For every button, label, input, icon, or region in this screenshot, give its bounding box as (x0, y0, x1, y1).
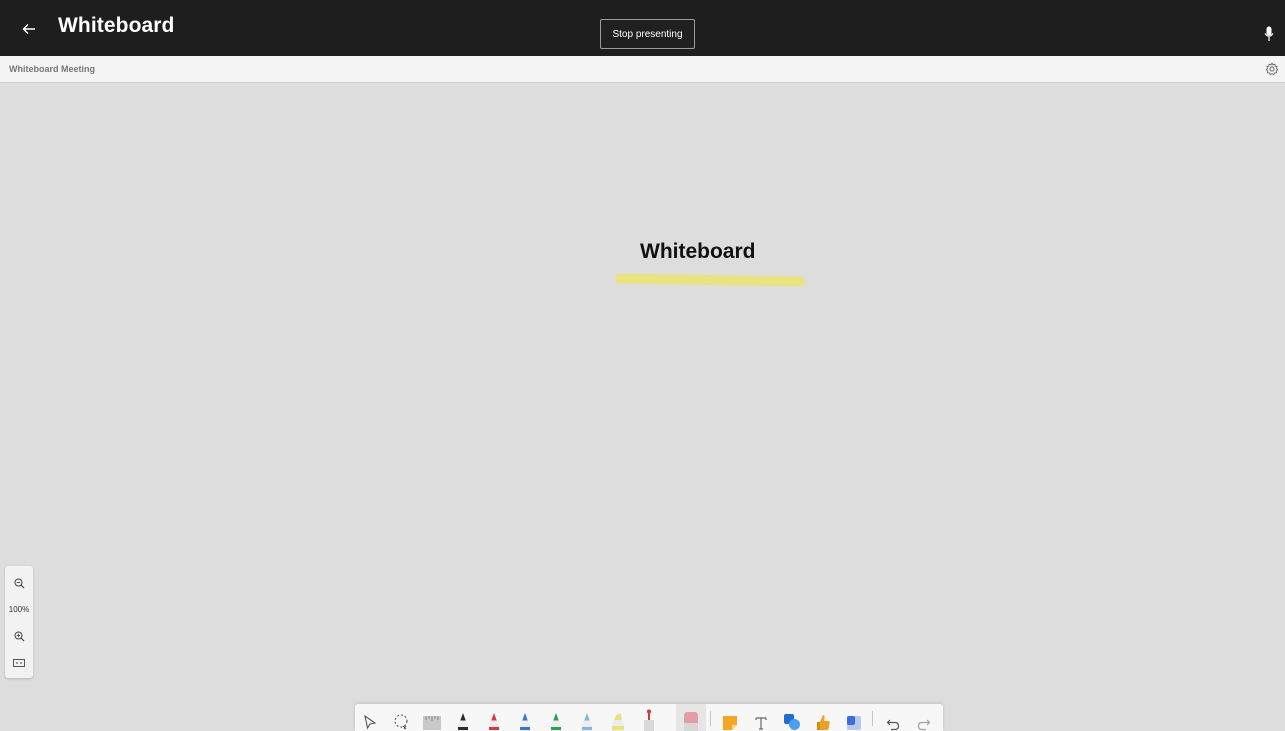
microphone-icon (1264, 26, 1274, 41)
microphone-button[interactable] (1263, 24, 1275, 44)
laser-pointer[interactable] (638, 707, 660, 731)
pen-icon (582, 713, 592, 731)
zoom-in-button[interactable] (12, 629, 26, 643)
app-title: Whiteboard (58, 14, 175, 37)
zoom-out-icon (14, 578, 24, 588)
arrow-left-icon (22, 24, 35, 34)
templates-tool[interactable] (843, 707, 865, 731)
lasso-icon (394, 714, 408, 730)
toolbar-separator (710, 711, 711, 726)
highlighter-icon (612, 713, 624, 731)
redo-button[interactable] (913, 707, 935, 731)
eraser[interactable] (680, 707, 702, 731)
fit-to-screen-icon (13, 659, 25, 667)
zoom-level: 100% (8, 605, 30, 614)
zoom-in-icon (14, 631, 24, 641)
pen-blue[interactable] (514, 707, 536, 731)
text-tool[interactable] (750, 707, 772, 731)
meeting-bar: Whiteboard Meeting (0, 56, 1285, 83)
ruler-icon (423, 716, 441, 730)
fit-to-screen-button[interactable] (12, 656, 26, 670)
settings-button[interactable] (1265, 62, 1279, 76)
toolbar-separator (872, 711, 873, 726)
pen-icon (489, 713, 499, 731)
pen-icon (551, 713, 561, 731)
pen-icon (520, 713, 530, 731)
sticky-note-icon (723, 716, 737, 730)
zoom-out-button[interactable] (12, 576, 26, 590)
pen-icon (458, 713, 468, 731)
drawing-toolbar (355, 704, 943, 731)
eraser-icon (684, 712, 698, 731)
pen-red[interactable] (483, 707, 505, 731)
undo-icon (886, 719, 900, 731)
thumbs-up-icon (817, 715, 830, 730)
pen-green[interactable] (545, 707, 567, 731)
laser-pointer-icon (644, 709, 654, 731)
text-icon (755, 717, 767, 730)
whiteboard-canvas[interactable] (5, 84, 1283, 731)
gear-icon (1265, 62, 1279, 76)
pen-black[interactable] (452, 707, 474, 731)
shapes-tool[interactable] (781, 707, 803, 731)
lasso-tool[interactable] (390, 707, 412, 731)
shapes-icon (784, 714, 800, 730)
stop-presenting-button[interactable]: Stop presenting (600, 19, 695, 49)
redo-icon (917, 719, 931, 731)
reactions-tool[interactable] (812, 707, 834, 731)
app-header: Whiteboard Stop presenting (0, 0, 1285, 56)
ruler-tool[interactable] (421, 707, 443, 731)
highlighter-yellow[interactable] (607, 707, 629, 731)
pointer-icon (364, 714, 377, 730)
zoom-panel: 100% (5, 566, 33, 678)
pen-lightblue[interactable] (576, 707, 598, 731)
undo-button[interactable] (882, 707, 904, 731)
sticky-note[interactable] (719, 707, 741, 731)
back-button[interactable] (16, 16, 42, 42)
select-tool[interactable] (359, 707, 381, 731)
canvas-text-whiteboard[interactable]: Whiteboard (640, 240, 756, 264)
meeting-name: Whiteboard Meeting (9, 64, 95, 74)
template-icon (847, 716, 861, 730)
